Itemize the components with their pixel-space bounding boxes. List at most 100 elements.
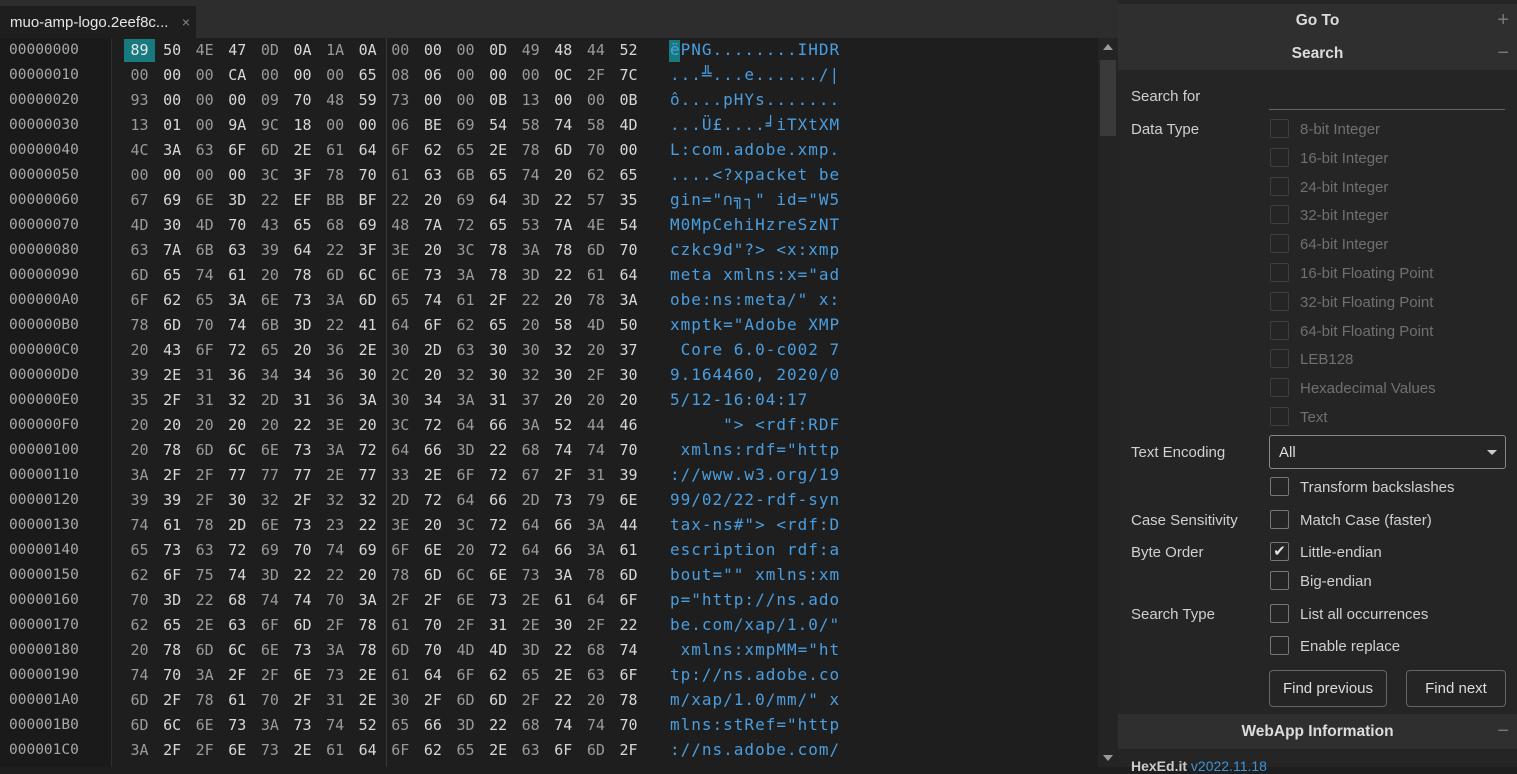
hex-byte[interactable]: 64 — [352, 139, 383, 162]
hex-byte[interactable]: 6D — [124, 689, 155, 712]
hex-byte[interactable]: 3A — [320, 639, 351, 662]
hex-byte[interactable]: 6C — [222, 639, 253, 662]
hex-byte[interactable]: 00 — [385, 39, 416, 62]
hex-byte[interactable]: 73 — [157, 539, 188, 562]
hex-byte[interactable]: 3A — [222, 289, 253, 312]
ascii-text[interactable]: 99/02/22-rdf-syn — [670, 490, 840, 509]
hex-byte[interactable]: 64 — [385, 439, 416, 462]
hex-byte[interactable]: 6D — [613, 564, 644, 587]
hex-byte[interactable]: 58 — [548, 314, 579, 337]
ascii-text[interactable]: ëPNG........IHDR — [670, 40, 840, 59]
hex-byte[interactable]: 4D — [613, 114, 644, 137]
hex-byte[interactable]: 72 — [352, 439, 383, 462]
hex-byte[interactable]: 2E — [483, 739, 514, 762]
hex-byte[interactable]: 64 — [287, 239, 318, 262]
hex-byte[interactable]: 65 — [385, 289, 416, 312]
hex-byte[interactable]: 6B — [254, 314, 285, 337]
data-type-checkbox[interactable] — [1270, 176, 1289, 196]
hex-byte[interactable]: 62 — [483, 664, 514, 687]
hex-byte[interactable]: 63 — [417, 164, 448, 187]
hex-byte[interactable]: 6D — [189, 439, 220, 462]
hex-byte[interactable]: 4D — [189, 214, 220, 237]
ascii-text[interactable]: m/xap/1.0/mm/" x — [670, 690, 840, 709]
hex-byte[interactable]: 3D — [515, 264, 546, 287]
hex-byte[interactable]: 65 — [157, 614, 188, 637]
hex-byte[interactable]: 50 — [613, 314, 644, 337]
hex-byte[interactable]: 30 — [548, 364, 579, 387]
hex-byte[interactable]: 6F — [385, 139, 416, 162]
hex-byte[interactable]: 89 — [124, 39, 155, 62]
hex-byte[interactable]: 3F — [352, 239, 383, 262]
hex-byte[interactable]: 2F — [287, 689, 318, 712]
hex-byte[interactable]: 20 — [352, 414, 383, 437]
hex-byte[interactable]: 22 — [320, 314, 351, 337]
hex-byte[interactable]: 4D — [580, 314, 611, 337]
hex-byte[interactable]: BB — [320, 189, 351, 212]
hex-byte[interactable]: 75 — [189, 564, 220, 587]
hex-byte[interactable]: 63 — [580, 664, 611, 687]
hex-byte[interactable]: 73 — [548, 489, 579, 512]
hex-byte[interactable]: 74 — [254, 589, 285, 612]
scrollbar-thumb[interactable] — [1100, 60, 1116, 136]
hex-byte[interactable]: 2D — [385, 489, 416, 512]
hex-byte[interactable]: 61 — [222, 689, 253, 712]
hex-byte[interactable]: 6E — [189, 714, 220, 737]
ascii-text[interactable]: mlns:stRef="http — [670, 715, 840, 734]
hex-byte[interactable]: 6D — [287, 614, 318, 637]
hex-byte[interactable]: 2F — [515, 689, 546, 712]
hex-byte[interactable]: 20 — [417, 239, 448, 262]
hex-byte[interactable]: 78 — [352, 639, 383, 662]
hex-byte[interactable]: 6D — [580, 239, 611, 262]
hex-byte[interactable]: 66 — [417, 714, 448, 737]
hex-byte[interactable]: 65 — [613, 164, 644, 187]
hex-byte[interactable]: 78 — [483, 264, 514, 287]
hex-byte[interactable]: 74 — [222, 564, 253, 587]
hex-byte[interactable]: 78 — [613, 689, 644, 712]
hex-byte[interactable]: 69 — [450, 189, 481, 212]
hex-byte[interactable]: 78 — [189, 689, 220, 712]
scroll-up-icon[interactable] — [1103, 44, 1113, 50]
hex-byte[interactable]: 22 — [287, 564, 318, 587]
hex-byte[interactable]: 3D — [222, 189, 253, 212]
hex-byte[interactable]: 3A — [613, 289, 644, 312]
hex-byte[interactable]: 3A — [320, 439, 351, 462]
hex-byte[interactable]: 74 — [222, 314, 253, 337]
hex-byte[interactable]: 4D — [483, 639, 514, 662]
ascii-text[interactable]: ://www.w3.org/19 — [670, 465, 840, 484]
hex-byte[interactable]: 00 — [157, 89, 188, 112]
hex-byte[interactable]: 0D — [254, 39, 285, 62]
hex-byte[interactable]: 6E — [254, 289, 285, 312]
hex-byte[interactable]: 43 — [157, 339, 188, 362]
hex-byte[interactable]: 6E — [254, 514, 285, 537]
hex-byte[interactable]: 69 — [352, 214, 383, 237]
hex-byte[interactable]: 3A — [254, 714, 285, 737]
hex-byte[interactable]: 6F — [613, 664, 644, 687]
hex-byte[interactable]: 00 — [580, 89, 611, 112]
hex-byte[interactable]: 33 — [385, 464, 416, 487]
hex-byte[interactable]: 69 — [157, 189, 188, 212]
hex-byte[interactable]: 20 — [124, 439, 155, 462]
hex-byte[interactable]: 00 — [417, 89, 448, 112]
hex-byte[interactable]: 20 — [580, 339, 611, 362]
hex-byte[interactable]: 20 — [580, 689, 611, 712]
hex-byte[interactable]: 2F — [580, 614, 611, 637]
hex-byte[interactable]: 72 — [483, 539, 514, 562]
hex-byte[interactable]: 30 — [483, 364, 514, 387]
hex-byte[interactable]: 3D — [515, 639, 546, 662]
hex-byte[interactable]: BF — [352, 189, 383, 212]
ascii-text[interactable]: 5/12-16:04:17 — [670, 390, 840, 409]
hex-byte[interactable]: 6E — [189, 189, 220, 212]
ascii-text[interactable]: gin="∩╗┐" id="W5 — [670, 190, 840, 209]
hex-byte[interactable]: 2F — [385, 589, 416, 612]
ascii-text[interactable]: escription rdf:a — [670, 540, 840, 559]
hex-byte[interactable]: 22 — [189, 589, 220, 612]
hex-byte[interactable]: 6D — [483, 689, 514, 712]
hex-byte[interactable]: 72 — [483, 514, 514, 537]
hex-byte[interactable]: 2E — [417, 464, 448, 487]
hex-byte[interactable]: 61 — [385, 164, 416, 187]
hex-byte[interactable]: 6E — [613, 489, 644, 512]
hex-byte[interactable]: 48 — [548, 39, 579, 62]
hex-byte[interactable]: 20 — [548, 289, 579, 312]
hex-byte[interactable]: 7A — [157, 239, 188, 262]
hex-byte[interactable]: 68 — [515, 439, 546, 462]
